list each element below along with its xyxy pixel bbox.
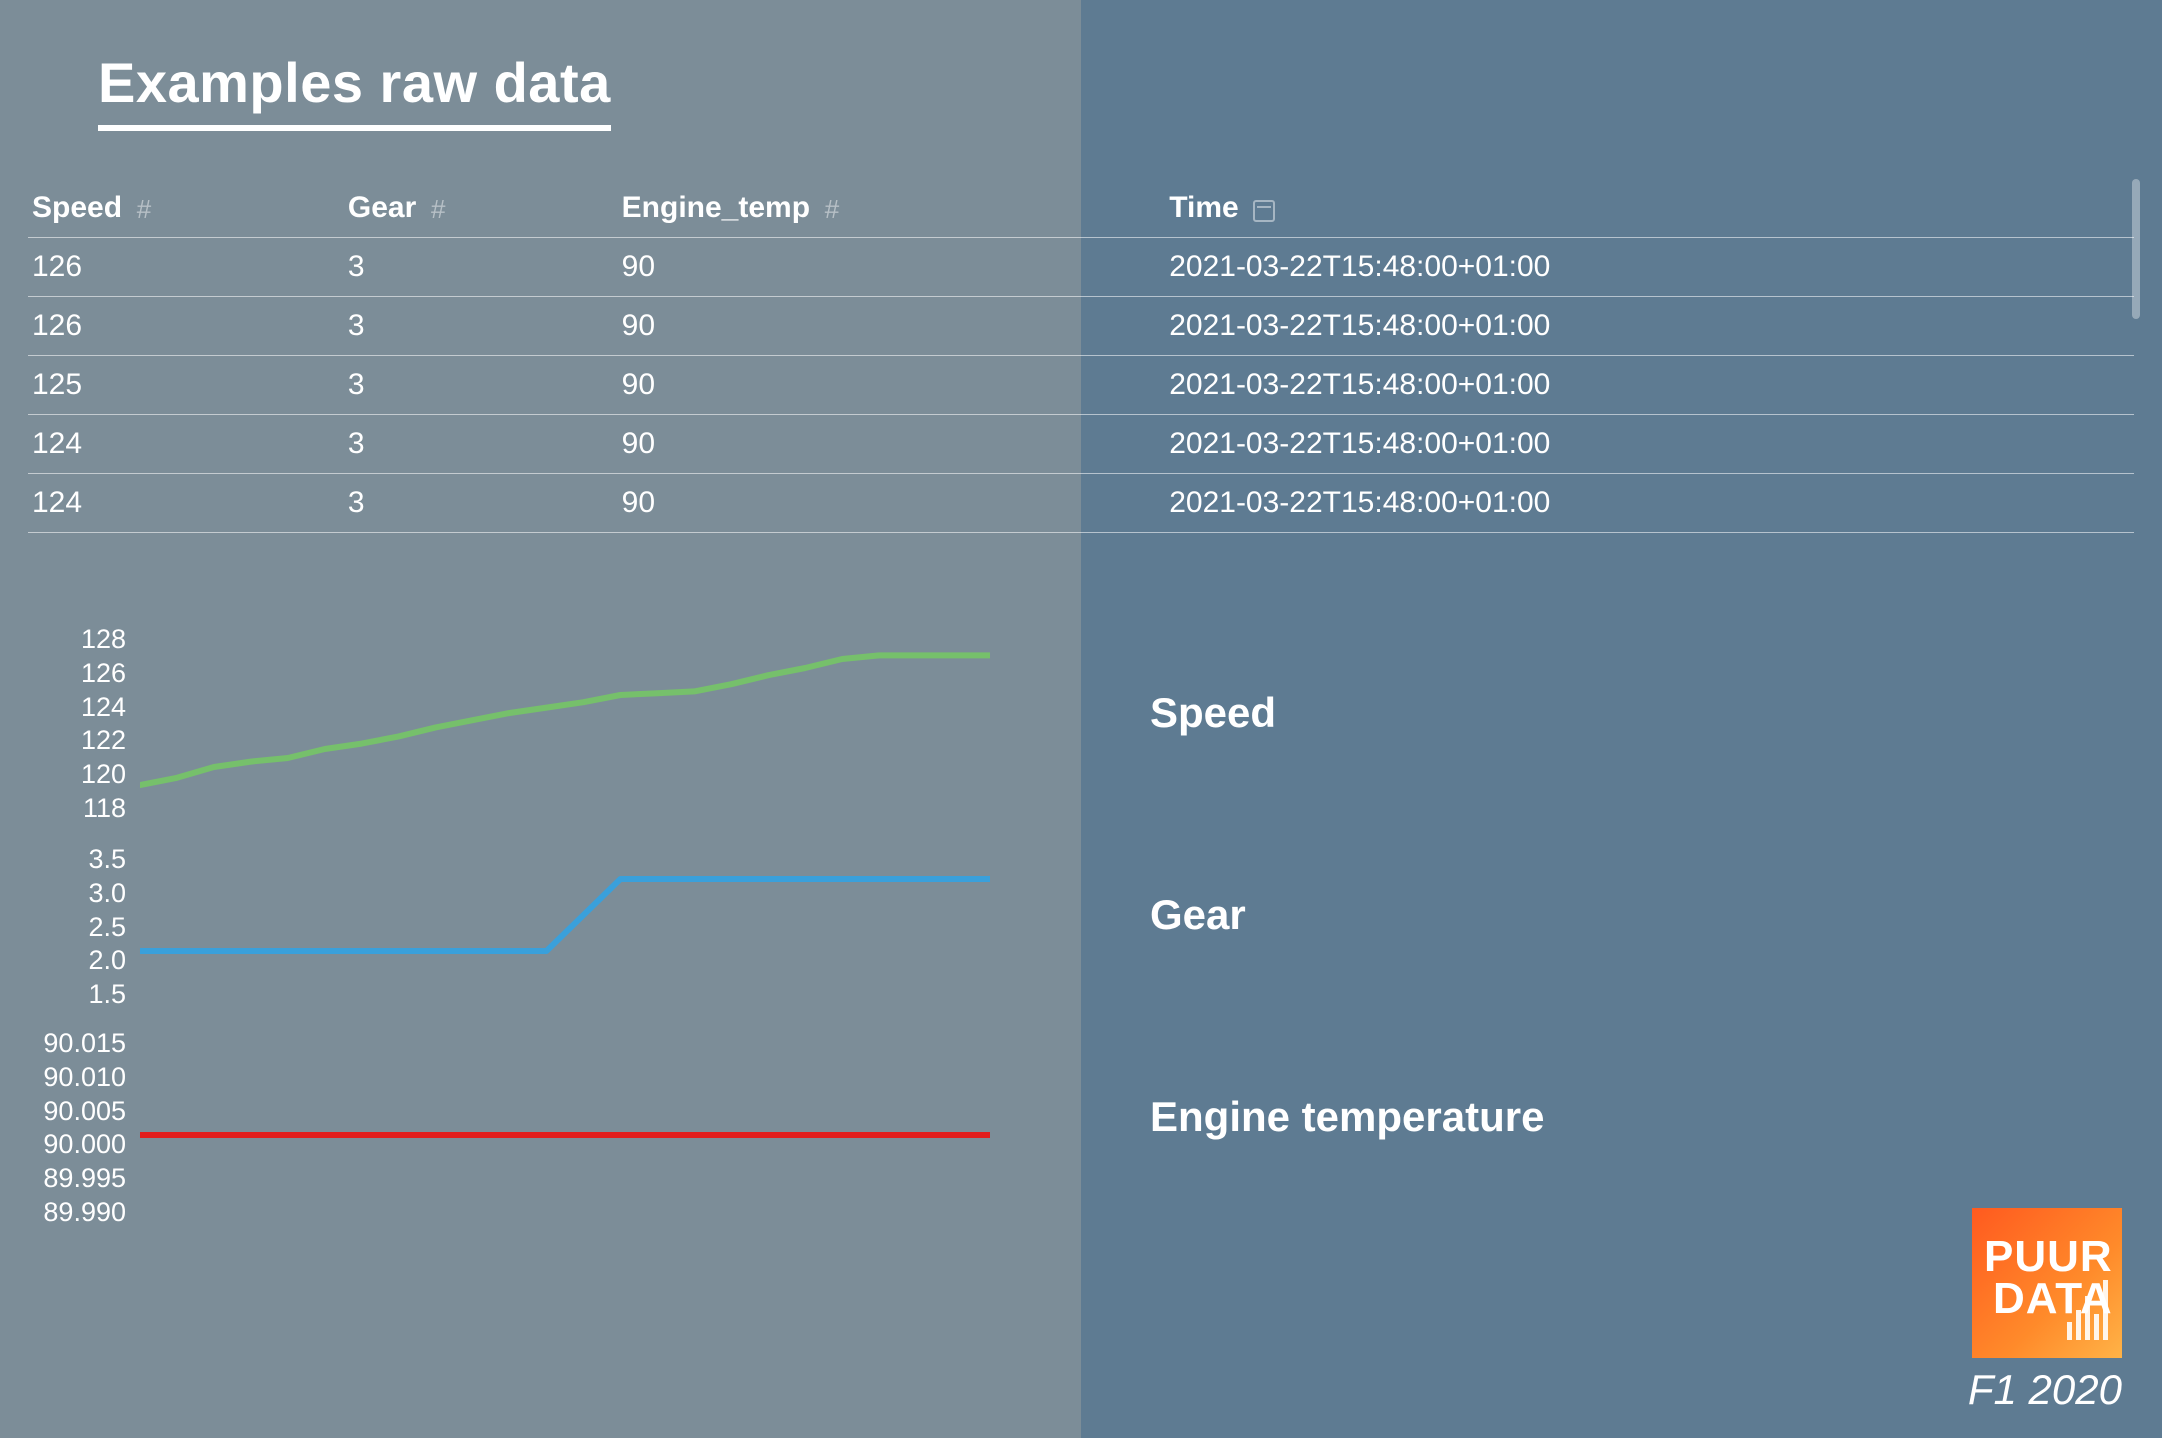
- chart-title: Speed: [1150, 689, 1276, 737]
- col-header-label: Speed: [32, 191, 122, 224]
- y-tick-label: 120: [81, 758, 126, 792]
- table-row[interactable]: 1253902021-03-22T15:48:00+01:00: [28, 356, 2134, 415]
- y-tick-label: 128: [81, 623, 126, 657]
- cell-speed: 126: [28, 297, 344, 356]
- chart-gear: 3.53.02.52.01.5 Gear: [28, 843, 2134, 987]
- cell-time: 2021-03-22T15:48:00+01:00: [1165, 356, 2134, 415]
- y-tick-label: 90.010: [43, 1061, 126, 1095]
- table-scrollbar[interactable]: [2132, 179, 2140, 319]
- cell-gear: 3: [344, 415, 618, 474]
- y-tick-label: 1.5: [88, 978, 126, 1012]
- cell-gear: 3: [344, 474, 618, 533]
- chart-title: Engine temperature: [1150, 1093, 1544, 1141]
- y-tick-label: 122: [81, 724, 126, 758]
- col-header-label: Gear: [348, 191, 416, 224]
- cell-gear: 3: [344, 356, 618, 415]
- cell-time: 2021-03-22T15:48:00+01:00: [1165, 415, 2134, 474]
- chart-plot-area: [140, 623, 990, 803]
- y-tick-label: 118: [83, 792, 126, 826]
- cell-engine_temp: 90: [618, 356, 1166, 415]
- page-title: Examples raw data: [98, 50, 611, 131]
- cell-time: 2021-03-22T15:48:00+01:00: [1165, 238, 2134, 297]
- col-header-gear[interactable]: Gear: [344, 179, 618, 238]
- cell-speed: 126: [28, 238, 344, 297]
- y-tick-label: 124: [81, 691, 126, 725]
- col-header-engine-temp[interactable]: Engine_temp: [618, 179, 1166, 238]
- puur-data-logo: PUUR DATA: [1972, 1208, 2122, 1358]
- y-tick-label: 90.005: [43, 1095, 126, 1129]
- y-axis: 3.53.02.52.01.5: [28, 843, 140, 987]
- chart-plot-area: [140, 843, 990, 987]
- cell-speed: 125: [28, 356, 344, 415]
- y-tick-label: 3.5: [88, 843, 126, 877]
- y-tick-label: 2.0: [88, 944, 126, 978]
- chart-engine-temperature: 90.01590.01090.00590.00089.99589.990 Engi…: [28, 1027, 2134, 1207]
- datetime-type-icon: [1253, 200, 1275, 222]
- cell-engine_temp: 90: [618, 238, 1166, 297]
- cell-speed: 124: [28, 474, 344, 533]
- y-axis: 128126124122120118: [28, 623, 140, 803]
- y-tick-label: 126: [81, 657, 126, 691]
- chart-plot-area: [140, 1027, 990, 1207]
- y-axis: 90.01590.01090.00590.00089.99589.990: [28, 1027, 140, 1207]
- y-tick-label: 2.5: [88, 911, 126, 945]
- logo-bars-icon: [2067, 1280, 2108, 1340]
- table-row[interactable]: 1243902021-03-22T15:48:00+01:00: [28, 415, 2134, 474]
- y-tick-label: 89.990: [43, 1196, 126, 1230]
- chart-title: Gear: [1150, 891, 1246, 939]
- cell-engine_temp: 90: [618, 297, 1166, 356]
- footer-caption: F1 2020: [1968, 1366, 2122, 1414]
- col-header-label: Engine_temp: [622, 191, 810, 224]
- number-type-icon: [824, 194, 838, 225]
- y-tick-label: 90.000: [43, 1128, 126, 1162]
- number-type-icon: [136, 194, 150, 225]
- y-tick-label: 90.015: [43, 1027, 126, 1061]
- y-tick-label: 3.0: [88, 877, 126, 911]
- cell-time: 2021-03-22T15:48:00+01:00: [1165, 474, 2134, 533]
- cell-engine_temp: 90: [618, 474, 1166, 533]
- table-row[interactable]: 1263902021-03-22T15:48:00+01:00: [28, 297, 2134, 356]
- table-row[interactable]: 1263902021-03-22T15:48:00+01:00: [28, 238, 2134, 297]
- col-header-time[interactable]: Time: [1165, 179, 2134, 238]
- cell-speed: 124: [28, 415, 344, 474]
- cell-gear: 3: [344, 297, 618, 356]
- col-header-speed[interactable]: Speed: [28, 179, 344, 238]
- table-row[interactable]: 1243902021-03-22T15:48:00+01:00: [28, 474, 2134, 533]
- y-tick-label: 89.995: [43, 1162, 126, 1196]
- col-header-label: Time: [1169, 191, 1238, 224]
- cell-engine_temp: 90: [618, 415, 1166, 474]
- cell-time: 2021-03-22T15:48:00+01:00: [1165, 297, 2134, 356]
- chart-speed: 128126124122120118 Speed: [28, 623, 2134, 803]
- cell-gear: 3: [344, 238, 618, 297]
- number-type-icon: [431, 194, 445, 225]
- raw-data-table: Speed Gear Engine_temp Time: [28, 179, 2134, 533]
